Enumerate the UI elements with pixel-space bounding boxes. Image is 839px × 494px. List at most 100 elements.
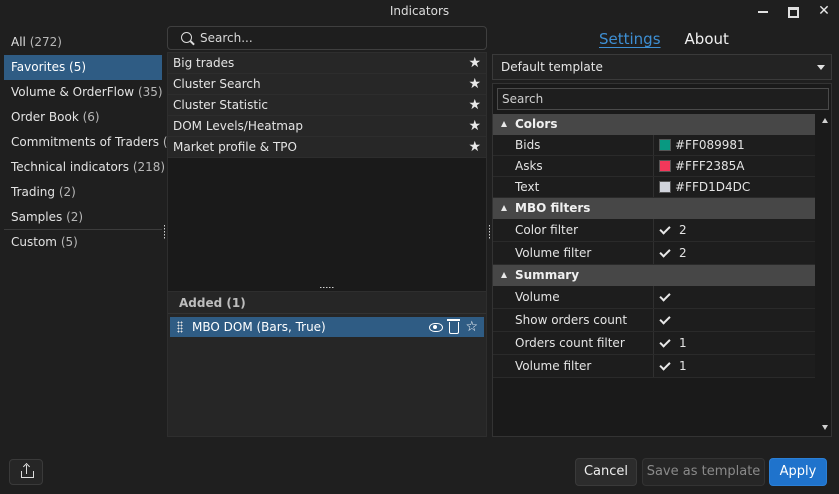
- indicator-search-input[interactable]: [200, 29, 470, 47]
- star-icon[interactable]: ★: [468, 53, 481, 73]
- added-indicator-actions: ☆: [429, 317, 478, 337]
- category-count: (2): [66, 210, 84, 224]
- scroll-down-icon[interactable]: [822, 425, 828, 430]
- group-summary[interactable]: Summary: [493, 265, 815, 286]
- left-splitter-handle[interactable]: [163, 225, 166, 239]
- property-row-text: Text #FFD1D4DC: [493, 177, 815, 198]
- added-indicator-name: MBO DOM (Bars, True): [192, 320, 326, 334]
- checkbox[interactable]: [659, 224, 671, 236]
- category-count: (35): [137, 85, 163, 99]
- category-technical-indicators[interactable]: Technical indicators (218): [4, 155, 165, 180]
- drag-grip-icon[interactable]: [177, 321, 183, 333]
- template-dropdown[interactable]: Default template: [492, 54, 832, 80]
- category-label: Custom: [11, 235, 57, 249]
- checkbox[interactable]: [659, 247, 671, 259]
- scroll-up-icon[interactable]: [822, 118, 828, 123]
- color-hex: #FF089981: [675, 138, 745, 152]
- check-value[interactable]: [653, 286, 815, 308]
- filter-number[interactable]: 1: [679, 336, 687, 350]
- star-icon[interactable]: ★: [468, 95, 481, 115]
- apply-button[interactable]: Apply: [769, 458, 827, 486]
- color-value[interactable]: #FF089981: [653, 135, 815, 155]
- group-mbo-filters[interactable]: MBO filters: [493, 198, 815, 219]
- property-row-asks: Asks #FFF2385A: [493, 156, 815, 177]
- category-count: (5): [60, 235, 78, 249]
- window-controls: ✕: [756, 0, 831, 22]
- category-favorites[interactable]: Favorites (5): [4, 55, 162, 80]
- color-swatch[interactable]: [659, 139, 671, 151]
- checkbox[interactable]: [659, 291, 671, 303]
- close-icon[interactable]: ✕: [817, 4, 831, 18]
- indicator-row[interactable]: Cluster Search ★: [168, 74, 486, 95]
- color-swatch[interactable]: [659, 181, 671, 193]
- filter-number[interactable]: 2: [679, 223, 687, 237]
- added-indicator-row[interactable]: MBO DOM (Bars, True) ☆: [170, 317, 484, 337]
- added-indicators-panel: Added (1) MBO DOM (Bars, True) ☆: [167, 291, 487, 437]
- star-icon[interactable]: ★: [468, 116, 481, 136]
- indicator-row[interactable]: Big trades ★: [168, 53, 486, 74]
- tab-settings[interactable]: Settings: [599, 30, 661, 48]
- category-samples[interactable]: Samples (2): [4, 205, 162, 230]
- right-splitter-handle[interactable]: [488, 225, 491, 239]
- indicator-row[interactable]: Cluster Statistic ★: [168, 95, 486, 116]
- checkbox[interactable]: [659, 337, 671, 349]
- star-icon[interactable]: ★: [468, 137, 481, 157]
- category-count: (6): [82, 110, 100, 124]
- color-value[interactable]: #FFD1D4DC: [653, 177, 815, 197]
- property-row-volume: Volume: [493, 286, 815, 309]
- color-swatch[interactable]: [659, 160, 671, 172]
- trash-icon[interactable]: [447, 319, 461, 334]
- cancel-button[interactable]: Cancel: [575, 458, 637, 486]
- filter-value[interactable]: 2: [653, 219, 815, 241]
- filter-value[interactable]: 1: [653, 332, 815, 354]
- filter-number[interactable]: 1: [679, 359, 687, 373]
- horizontal-splitter-handle[interactable]: [320, 287, 334, 290]
- indicator-list: Big trades ★ Cluster Search ★ Cluster Stat…: [167, 52, 487, 312]
- indicator-row[interactable]: Market profile & TPO ★: [168, 137, 486, 158]
- category-count: (2): [58, 185, 76, 199]
- group-colors[interactable]: Colors: [493, 114, 815, 135]
- indicator-row[interactable]: DOM Levels/Heatmap ★: [168, 116, 486, 137]
- color-hex: #FFF2385A: [675, 159, 745, 173]
- property-search-box: [497, 88, 829, 110]
- category-all[interactable]: All (272): [4, 30, 162, 55]
- property-row-color-filter: Color filter 2: [493, 219, 815, 242]
- property-search-input[interactable]: [498, 89, 828, 109]
- star-outline-icon[interactable]: ☆: [465, 317, 478, 337]
- category-custom[interactable]: Custom (5): [4, 230, 162, 255]
- export-button[interactable]: [9, 459, 43, 485]
- checkbox[interactable]: [659, 360, 671, 372]
- save-as-template-button[interactable]: Save as template: [642, 458, 765, 486]
- category-label: Order Book: [11, 110, 79, 124]
- property-name: Asks: [515, 159, 543, 173]
- filter-number[interactable]: 2: [679, 246, 687, 260]
- category-trading[interactable]: Trading (2): [4, 180, 162, 205]
- category-commitments-of-traders[interactable]: Commitments of Traders (4): [4, 130, 180, 155]
- indicator-name: Cluster Search: [173, 77, 261, 91]
- color-hex: #FFD1D4DC: [675, 180, 751, 194]
- category-volume-orderflow[interactable]: Volume & OrderFlow (35): [4, 80, 163, 105]
- category-label: Volume & OrderFlow: [11, 85, 135, 99]
- minimize-icon[interactable]: [756, 4, 770, 18]
- color-value[interactable]: #FFF2385A: [653, 156, 815, 176]
- category-order-book[interactable]: Order Book (6): [4, 105, 162, 130]
- category-label: Trading: [11, 185, 56, 199]
- group-label: MBO filters: [515, 201, 591, 215]
- checkbox[interactable]: [659, 314, 671, 326]
- chevron-down-icon: [817, 65, 825, 70]
- category-list: All (272) Favorites (5) Volume & OrderFl…: [4, 30, 180, 255]
- template-selected-value: Default template: [501, 60, 603, 74]
- collapse-triangle-icon[interactable]: [501, 121, 507, 127]
- property-row-show-orders-count: Show orders count: [493, 309, 815, 332]
- maximize-icon[interactable]: [788, 6, 799, 18]
- property-row-summary-volume-filter: Volume filter 1: [493, 355, 815, 378]
- filter-value[interactable]: 1: [653, 355, 815, 377]
- category-label: All: [11, 35, 26, 49]
- check-value[interactable]: [653, 309, 815, 331]
- filter-value[interactable]: 2: [653, 242, 815, 264]
- star-icon[interactable]: ★: [468, 74, 481, 94]
- collapse-triangle-icon[interactable]: [501, 205, 507, 211]
- tab-about[interactable]: About: [685, 30, 729, 48]
- eye-icon[interactable]: [429, 323, 444, 332]
- collapse-triangle-icon[interactable]: [501, 272, 507, 278]
